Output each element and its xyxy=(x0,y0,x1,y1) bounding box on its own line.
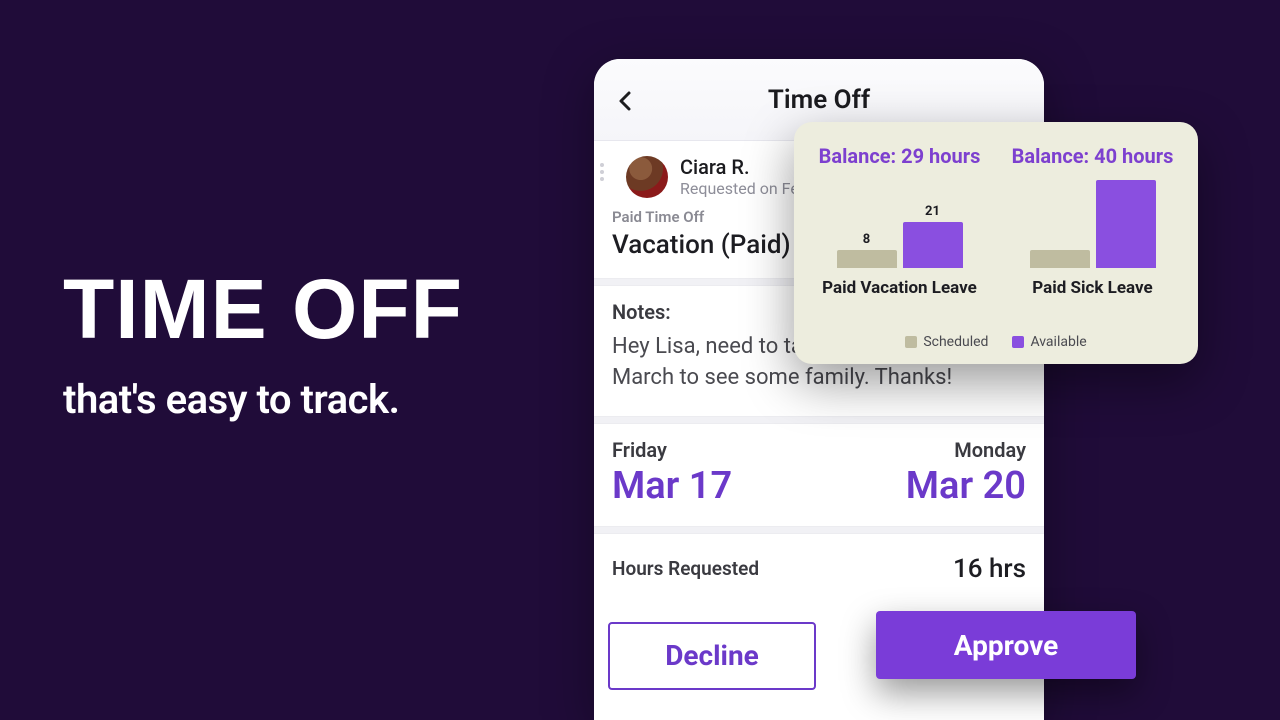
hero-block: TIME OFF that's easy to track. xyxy=(63,270,543,423)
start-date: Friday Mar 17 xyxy=(612,438,732,508)
hours-label: Hours Requested xyxy=(612,557,759,580)
balance-title: Balance: 29 hours xyxy=(819,144,981,168)
back-chevron-icon[interactable] xyxy=(614,89,638,113)
balance-column: Balance: 40 hours Paid Sick Leave xyxy=(1011,144,1174,326)
balance-popover: Balance: 29 hours821Paid Vacation LeaveB… xyxy=(794,122,1198,364)
more-icon[interactable] xyxy=(600,163,604,181)
bar-available: 21 xyxy=(903,222,963,268)
legend-available: Available xyxy=(1012,334,1086,350)
end-date: Monday Mar 20 xyxy=(906,438,1026,508)
balance-category-label: Paid Vacation Leave xyxy=(822,278,977,298)
decline-button[interactable]: Decline xyxy=(608,622,816,690)
end-day-of-week: Monday xyxy=(906,438,1026,462)
bar-available-label: 21 xyxy=(903,204,963,219)
divider xyxy=(594,416,1044,424)
bar-scheduled: 8 xyxy=(837,250,897,268)
approve-button[interactable]: Approve xyxy=(876,611,1136,679)
bar-scheduled-label: 8 xyxy=(837,232,897,247)
chart-legend: Scheduled Available xyxy=(818,334,1174,350)
start-date-value: Mar 17 xyxy=(612,464,732,508)
bar-scheduled xyxy=(1030,250,1090,268)
divider xyxy=(594,526,1044,534)
balance-columns: Balance: 29 hours821Paid Vacation LeaveB… xyxy=(818,144,1174,326)
end-date-value: Mar 20 xyxy=(906,464,1026,508)
hours-requested-row: Hours Requested 16 hrs xyxy=(594,534,1044,604)
bar-available xyxy=(1096,180,1156,268)
legend-scheduled: Scheduled xyxy=(905,334,988,350)
legend-available-label: Available xyxy=(1030,334,1086,350)
bar-group: 8 21 xyxy=(818,178,981,268)
bar-group xyxy=(1011,178,1174,268)
hero-title: TIME OFF xyxy=(63,270,543,350)
hero-subtitle: that's easy to track. xyxy=(63,376,543,423)
legend-scheduled-label: Scheduled xyxy=(923,334,988,350)
balance-column: Balance: 29 hours 8 21 Paid Vacation Leave xyxy=(818,144,981,326)
balance-category-label: Paid Sick Leave xyxy=(1032,278,1152,298)
hours-value: 16 hrs xyxy=(953,554,1026,584)
date-range: Friday Mar 17 Monday Mar 20 xyxy=(594,424,1044,526)
start-day-of-week: Friday xyxy=(612,438,732,462)
card-title: Time Off xyxy=(594,85,1044,115)
avatar xyxy=(626,156,668,198)
balance-title: Balance: 40 hours xyxy=(1012,144,1174,168)
